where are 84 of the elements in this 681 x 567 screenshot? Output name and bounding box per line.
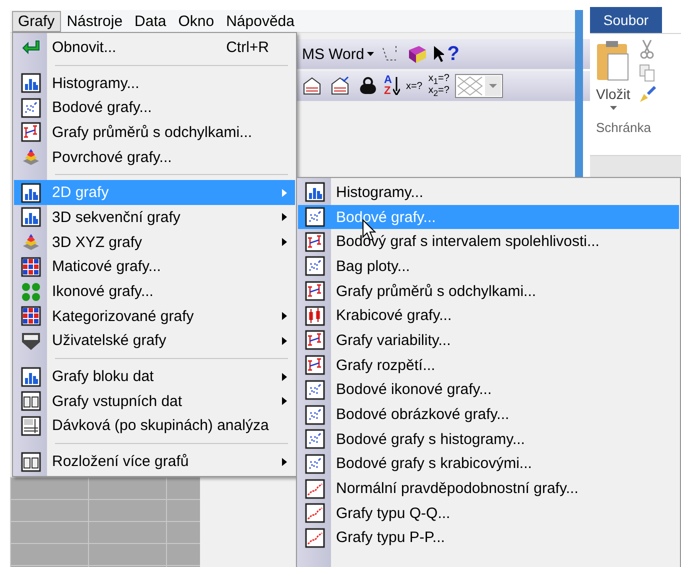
menu-item[interactable]: Dávková (po skupinách) analýza (14, 414, 295, 438)
menu-bar-item[interactable]: Okno (172, 10, 220, 32)
menu-item[interactable]: Ikonové grafy... (14, 279, 295, 304)
shortcut-label: Ctrl+R (226, 38, 270, 56)
menu-item[interactable]: Grafy typu Q-Q... (298, 500, 679, 526)
error-bar-icon (21, 122, 41, 142)
error-bar-icon (305, 232, 325, 252)
window-layout-icon (21, 452, 41, 472)
menu-item[interactable]: Grafy variability... (298, 328, 679, 353)
menu-item[interactable]: Grafy typu P-P... (298, 526, 679, 550)
scatter-plot-icon (305, 454, 325, 474)
help-pointer-button[interactable]: ? (434, 42, 460, 66)
scatter-plot-icon (21, 98, 41, 118)
menu-bar-item[interactable]: Data (128, 10, 172, 32)
menu-item[interactable]: Maticové grafy... (14, 254, 295, 280)
menu-item[interactable]: Bodové grafy s histogramy... (298, 426, 679, 452)
formula-button[interactable]: x$_{1}$=? (428, 74, 450, 86)
paste-button[interactable]: Vložit (596, 86, 630, 102)
menu-item[interactable]: 3D XYZ grafy (14, 230, 295, 254)
menu-item[interactable]: Histogramy... (298, 180, 679, 205)
pointer-icon (434, 46, 444, 62)
line-chart-icon (305, 503, 325, 524)
menu-item[interactable]: Grafy vstupních dat (14, 388, 295, 414)
menu-item[interactable]: Grafy průměrů s odchylkami... (14, 120, 295, 145)
file-tab[interactable]: Soubor (590, 7, 662, 33)
scatter-plot-icon (305, 207, 325, 228)
box-plot-icon (305, 306, 325, 326)
line-chart-icon (305, 478, 325, 499)
surface-plot-icon (21, 147, 41, 168)
caret-icon (367, 52, 374, 56)
menu-item[interactable]: Bodové grafy s krabicovými... (298, 452, 679, 476)
pattern-dropdown[interactable] (455, 74, 504, 98)
matrix-plot-icon (21, 256, 41, 277)
menu-item[interactable]: Bodový graf s intervalem spolehlivosti... (298, 229, 679, 254)
menu-bar-item[interactable]: Grafy (12, 10, 61, 32)
menu-bar-item[interactable]: Nástroje (60, 10, 129, 32)
menu-item[interactable]: Bag ploty... (298, 254, 679, 279)
scissors-icon[interactable] (639, 40, 656, 60)
menu-bar-item[interactable]: Nápověda (220, 10, 300, 32)
error-bar-icon (305, 330, 325, 350)
weight-icon[interactable] (358, 76, 378, 96)
menu-item[interactable]: Bodové ikonové grafy... (298, 378, 679, 402)
formula-button[interactable]: x=? (406, 80, 422, 92)
bar-chart-icon (21, 207, 41, 228)
menu-item[interactable]: Grafy průměrů s odchylkami... (298, 278, 679, 304)
matrix-plot-icon (21, 306, 41, 326)
window-layout-icon (21, 391, 41, 412)
down-arrow-icon (392, 77, 400, 95)
scatter-plot-icon (305, 256, 325, 276)
error-bar-icon (305, 281, 325, 302)
clover-icon (21, 282, 41, 302)
bar-chart-icon (21, 73, 41, 94)
word-dropdown[interactable]: MS Word (302, 46, 374, 62)
menu-item[interactable]: Bodové obrázkové grafy... (298, 402, 679, 427)
return-arrow-icon (22, 40, 40, 54)
user-badge-icon (21, 330, 41, 351)
menu-item[interactable]: Bodové grafy... (14, 95, 295, 120)
error-bar-icon (305, 355, 325, 376)
scatter-plot-icon (305, 429, 325, 450)
menu-item[interactable]: Povrchové grafy... (14, 144, 295, 170)
menu-item[interactable]: Obnovit... Ctrl+R (14, 35, 295, 60)
clipboard-icon[interactable] (596, 40, 630, 82)
sort-button[interactable]: A Z (384, 75, 400, 97)
menu-item[interactable]: Grafy rozpětí... (298, 352, 679, 378)
menu-item[interactable]: 3D sekvenční grafy (14, 205, 295, 230)
scatter-plot-icon (305, 380, 325, 400)
formula-button[interactable]: x$_{2}$=? (428, 86, 450, 98)
paintbrush-icon[interactable] (638, 86, 656, 104)
menu-item[interactable]: Krabicové grafy... (298, 303, 679, 328)
menu-item[interactable]: Histogramy... (14, 70, 295, 96)
menu-item[interactable]: Normální pravděpodobnostní grafy... (298, 476, 679, 501)
bar-chart-icon (21, 366, 41, 387)
menu-item[interactable]: Uživatelské grafy (14, 328, 295, 354)
table-icon (21, 416, 41, 436)
menu-item[interactable]: Rozložení více grafů (14, 449, 295, 474)
caret-icon[interactable] (610, 106, 617, 110)
bar-chart-icon (21, 182, 41, 203)
menu-item[interactable]: Kategorizované grafy (14, 304, 295, 329)
scatter-plot-icon (305, 404, 325, 425)
surface-plot-icon (21, 232, 41, 252)
menu-item[interactable]: Grafy bloku dat (14, 364, 295, 389)
group-label: Schránka (596, 120, 652, 135)
line-chart-icon (305, 528, 325, 548)
bar-chart-icon (305, 182, 325, 202)
